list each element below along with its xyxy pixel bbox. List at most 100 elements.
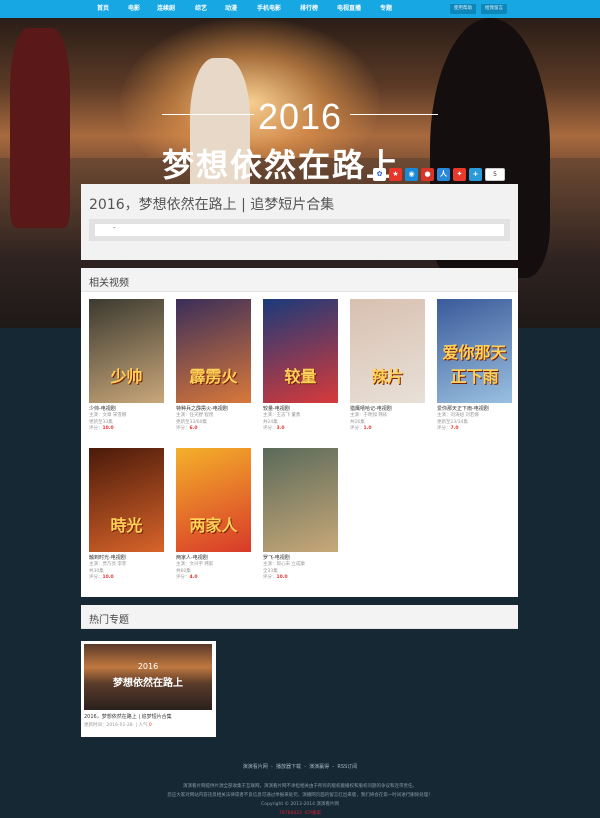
- share-bar: ✿ ★ ◉ ● 人 ✦ + 5: [373, 165, 505, 183]
- nav-home[interactable]: 首页: [97, 0, 109, 18]
- topic-card-image[interactable]: 2016 梦想依然在路上: [84, 644, 212, 710]
- video-poster[interactable]: 两家人: [176, 448, 251, 552]
- video-poster-text: 霹雳火: [189, 367, 238, 386]
- video-card[interactable]: 少帅 少帅-电视剧 主演：文章 宋雪娜 更新至33集 评分：10.0: [89, 299, 164, 433]
- baidu-paw-icon[interactable]: ✿: [373, 167, 386, 181]
- nav-topics[interactable]: 专题: [380, 0, 392, 18]
- video-poster[interactable]: [263, 448, 338, 552]
- hero-year: 2016: [257, 96, 343, 137]
- video-score-line: 评分：10.0: [89, 426, 164, 433]
- topic-date: 2016-01-28: [106, 723, 133, 728]
- topic-card[interactable]: 2016 梦想依然在路上 2016，梦想依然在路上 | 追梦短片合集 更新时间：…: [81, 641, 216, 737]
- top-nav: 首页 电影 连续剧 综艺 动漫 手机电影 排行榜 电视直播 专题 使用帮助 给我…: [0, 0, 600, 18]
- topic-intro-well: -: [89, 219, 510, 241]
- video-score: 4.0: [189, 575, 198, 580]
- video-score: 10.0: [276, 575, 288, 580]
- video-poster[interactable]: 霹雳火: [176, 299, 251, 403]
- video-title[interactable]: 触到时光-电视剧: [89, 555, 164, 562]
- video-score: 7.0: [450, 426, 459, 431]
- video-card[interactable]: 時光 触到时光-电视剧 主演：贾乃亮 李菲 共30集 评分：10.0: [89, 448, 164, 582]
- video-score-label: 评分：: [263, 426, 277, 431]
- footer-icp-number: 78780023: [279, 811, 302, 816]
- video-title[interactable]: 罗飞-电视剧: [263, 555, 338, 562]
- video-card[interactable]: 霹雳火 特种兵之霹雳火-电视剧 主演：任天野 程煜 更新至33/60集 评分：6.0: [176, 299, 251, 433]
- footer: 演演看片网 - 播放器下载 - 演演赢得 - RSS订阅 演演看片网提供片源全部…: [0, 749, 600, 818]
- kaixin-icon[interactable]: ✦: [453, 167, 466, 181]
- video-score: 10.0: [102, 426, 114, 431]
- video-score-label: 评分：: [89, 426, 103, 431]
- nav-ranking[interactable]: 排行榜: [300, 0, 318, 18]
- related-header: 相关视频: [81, 268, 518, 292]
- nav-tv-live[interactable]: 电视直播: [337, 0, 361, 18]
- share-count: 5: [485, 167, 505, 181]
- topics-header: 热门专题: [81, 605, 518, 629]
- footer-icp: 78780023 ICP备案: [0, 810, 600, 816]
- sina-weibo-icon[interactable]: ●: [421, 167, 434, 181]
- video-poster-text: 時光: [110, 516, 143, 535]
- video-title[interactable]: 两家人-电视剧: [176, 555, 251, 562]
- topic-title: 2016，梦想依然在路上 | 追梦短片合集: [89, 197, 335, 213]
- video-score-label: 评分：: [437, 426, 451, 431]
- footer-link-home[interactable]: 演演看片网: [243, 764, 268, 770]
- video-card[interactable]: 辣片 猎鹰嘻哈记-电视剧 主演：于明加 韩栋 共26集 评分：1.0: [350, 299, 425, 433]
- video-card[interactable]: 较量 较量-电视剧 主演：王志飞 董勇 共24集 评分：3.0: [263, 299, 338, 433]
- topic-views: 0: [148, 723, 152, 728]
- video-score-label: 评分：: [176, 575, 190, 580]
- video-poster-text: 少帅: [110, 367, 143, 386]
- footer-link-rss[interactable]: RSS订阅: [337, 764, 357, 770]
- video-score-label: 评分：: [89, 575, 103, 580]
- video-poster[interactable]: 時光: [89, 448, 164, 552]
- video-poster[interactable]: 少帅: [89, 299, 164, 403]
- nav-series[interactable]: 连续剧: [157, 0, 175, 18]
- video-score-line: 评分：10.0: [263, 575, 338, 582]
- video-score: 6.0: [189, 426, 198, 431]
- video-poster[interactable]: 辣片: [350, 299, 425, 403]
- video-score-line: 评分：1.0: [350, 426, 425, 433]
- video-card[interactable]: 罗飞-电视剧 主演：邱心宋 立成康 全33集 评分：10.0: [263, 448, 338, 582]
- video-score-line: 评分：10.0: [89, 575, 164, 582]
- video-score-label: 评分：: [350, 426, 364, 431]
- topic-intro: -: [95, 224, 504, 236]
- video-title[interactable]: 较量-电视剧: [263, 406, 338, 413]
- video-score-line: 评分：6.0: [176, 426, 251, 433]
- video-title[interactable]: 特种兵之霹雳火-电视剧: [176, 406, 251, 413]
- video-score: 10.0: [102, 575, 114, 580]
- footer-icp-suffix[interactable]: ICP备案: [305, 811, 321, 816]
- nav-movie[interactable]: 电影: [128, 0, 140, 18]
- renren-icon[interactable]: 人: [437, 167, 450, 181]
- video-title[interactable]: 猎鹰嘻哈记-电视剧: [350, 406, 425, 413]
- nav-anime[interactable]: 动漫: [225, 0, 237, 18]
- footer-links: 演演看片网 - 播放器下载 - 演演赢得 - RSS订阅: [242, 764, 358, 770]
- topic-card-meta: 更新时间：2016-01-28 | 人气 0: [84, 723, 152, 728]
- video-poster[interactable]: 爱你那天正下雨: [437, 299, 512, 403]
- video-poster-text: 爱你那天正下雨: [442, 343, 507, 386]
- video-poster[interactable]: 较量: [263, 299, 338, 403]
- nav-variety[interactable]: 综艺: [195, 0, 207, 18]
- video-card[interactable]: 爱你那天正下雨 爱你那天正下雨-电视剧 主演：刘涛妞 刘若娜 更新至23/34集 评分：…: [437, 299, 512, 433]
- topics-heading: 热门专题: [89, 615, 129, 626]
- feedback-link[interactable]: 给我留言: [481, 4, 507, 14]
- nav-mobile-movie[interactable]: 手机电影: [257, 0, 281, 18]
- video-card[interactable]: 两家人 两家人-电视剧 主演：文兴宇 韩影 共60集 评分：4.0: [176, 448, 251, 582]
- footer-link-player[interactable]: 播放器下载: [276, 764, 301, 770]
- video-score-label: 评分：: [176, 426, 190, 431]
- video-title[interactable]: 爱你那天正下雨-电视剧: [437, 406, 512, 413]
- video-score-line: 评分：7.0: [437, 426, 512, 433]
- video-poster-text: 较量: [284, 367, 317, 386]
- qq-zone-icon[interactable]: ★: [389, 167, 402, 181]
- more-share-icon[interactable]: +: [469, 167, 482, 181]
- video-score: 1.0: [363, 426, 372, 431]
- topic-card-year: 2016: [137, 662, 159, 671]
- related-heading: 相关视频: [89, 278, 129, 289]
- topic-views-label: 人气: [138, 723, 148, 728]
- hero-slogan: 梦想依然在路上: [162, 146, 401, 184]
- tencent-weibo-icon[interactable]: ◉: [405, 167, 418, 181]
- footer-link-win[interactable]: 演演赢得: [309, 764, 329, 770]
- topic-card-title[interactable]: 2016，梦想依然在路上 | 追梦短片合集: [84, 713, 213, 720]
- topic-title-box: 2016，梦想依然在路上 | 追梦短片合集 -: [81, 184, 518, 260]
- footer-disclaimer-2: 您应大家对网站内容违反相关法律或者不良信息可通过举报来处罚，演播网页面的留言红出…: [167, 793, 433, 798]
- video-title[interactable]: 少帅-电视剧: [89, 406, 164, 413]
- help-link[interactable]: 使用帮助: [450, 4, 476, 14]
- topic-date-label: 更新时间：: [84, 723, 107, 728]
- topic-card-slogan: 梦想依然在路上: [113, 678, 183, 689]
